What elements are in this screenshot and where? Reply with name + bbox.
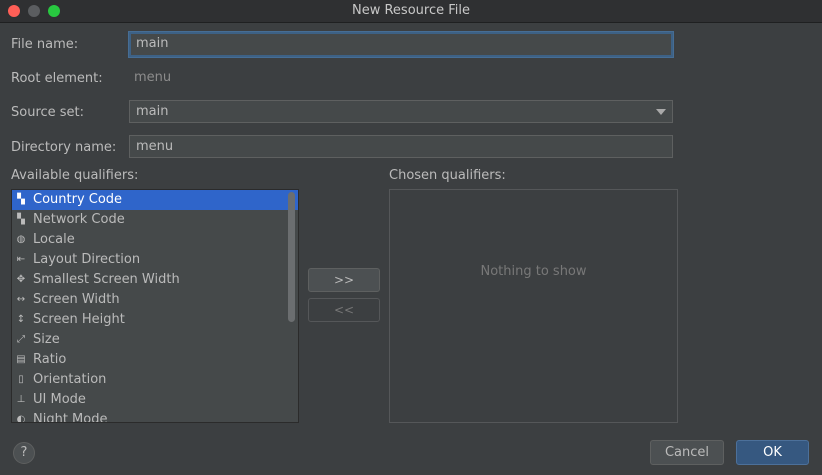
list-item[interactable]: ▚ Network Code bbox=[12, 210, 298, 230]
smallest-width-icon: ✥ bbox=[16, 274, 26, 285]
screen-width-icon: ↔ bbox=[16, 294, 26, 305]
orientation-icon: ▯ bbox=[18, 374, 24, 385]
root-element-value: menu bbox=[134, 70, 172, 85]
file-name-label: File name: bbox=[11, 37, 79, 52]
ui-mode-icon: ⊥ bbox=[16, 394, 26, 405]
chosen-qualifiers-label: Chosen qualifiers: bbox=[389, 168, 506, 183]
directory-name-input[interactable]: menu bbox=[129, 135, 673, 158]
list-item[interactable]: ⤢ Size bbox=[12, 330, 298, 350]
screen-height-icon: ↕ bbox=[16, 314, 26, 325]
remove-qualifier-button[interactable]: << bbox=[308, 298, 380, 322]
globe-icon: ◍ bbox=[16, 234, 26, 245]
list-item[interactable]: ✥ Smallest Screen Width bbox=[12, 270, 298, 290]
list-item-label: Orientation bbox=[33, 372, 107, 387]
ok-button[interactable]: OK bbox=[736, 440, 809, 465]
empty-state-text: Nothing to show bbox=[480, 264, 587, 279]
scrollbar-thumb[interactable] bbox=[288, 192, 295, 322]
list-item-label: Network Code bbox=[33, 212, 125, 227]
list-item-label: Country Code bbox=[33, 192, 123, 207]
source-set-dropdown[interactable]: main bbox=[129, 100, 673, 123]
source-set-value: main bbox=[136, 104, 169, 119]
title-bar: New Resource File bbox=[0, 0, 822, 23]
list-item[interactable]: ▤ Ratio bbox=[12, 350, 298, 370]
ratio-icon: ▤ bbox=[16, 354, 26, 365]
chosen-qualifiers-list[interactable]: Nothing to show bbox=[389, 189, 678, 423]
size-icon: ⤢ bbox=[17, 334, 25, 345]
list-item[interactable]: ▯ Orientation bbox=[12, 370, 298, 390]
add-qualifier-button[interactable]: >> bbox=[308, 268, 380, 292]
layout-direction-icon: ⇤ bbox=[16, 254, 26, 265]
list-item[interactable]: ◐ Night Mode bbox=[12, 410, 298, 423]
list-item-label: Locale bbox=[33, 232, 75, 247]
country-code-icon: ▚ bbox=[17, 194, 25, 205]
list-item-label: Smallest Screen Width bbox=[33, 272, 180, 287]
file-name-input[interactable]: main bbox=[129, 32, 673, 57]
source-set-label: Source set: bbox=[11, 105, 85, 120]
window-title: New Resource File bbox=[352, 3, 470, 18]
chevron-down-icon bbox=[656, 109, 666, 115]
list-item[interactable]: ↔ Screen Width bbox=[12, 290, 298, 310]
available-qualifiers-scrollbar[interactable] bbox=[286, 190, 296, 422]
list-item-label: Layout Direction bbox=[33, 252, 141, 267]
available-qualifiers-label: Available qualifiers: bbox=[11, 168, 139, 183]
list-item[interactable]: ▚ Country Code bbox=[12, 190, 298, 210]
network-code-icon: ▚ bbox=[17, 214, 25, 225]
directory-name-label: Directory name: bbox=[11, 140, 117, 155]
root-element-label: Root element: bbox=[11, 71, 103, 86]
list-item-label: Ratio bbox=[33, 352, 67, 367]
list-item-label: UI Mode bbox=[33, 392, 86, 407]
cancel-button[interactable]: Cancel bbox=[650, 440, 724, 465]
list-item-label: Size bbox=[33, 332, 60, 347]
list-item-label: Screen Height bbox=[33, 312, 125, 327]
night-mode-icon: ◐ bbox=[16, 414, 26, 423]
list-item[interactable]: ↕ Screen Height bbox=[12, 310, 298, 330]
list-item[interactable]: ◍ Locale bbox=[12, 230, 298, 250]
list-item[interactable]: ⊥ UI Mode bbox=[12, 390, 298, 410]
list-item[interactable]: ⇤ Layout Direction bbox=[12, 250, 298, 270]
help-button[interactable]: ? bbox=[13, 442, 35, 464]
available-qualifiers-list[interactable]: ▚ Country Code ▚ Network Code ◍ Locale ⇤ Layout… bbox=[11, 189, 299, 423]
list-item-label: Screen Width bbox=[33, 292, 120, 307]
list-item-label: Night Mode bbox=[33, 412, 108, 423]
